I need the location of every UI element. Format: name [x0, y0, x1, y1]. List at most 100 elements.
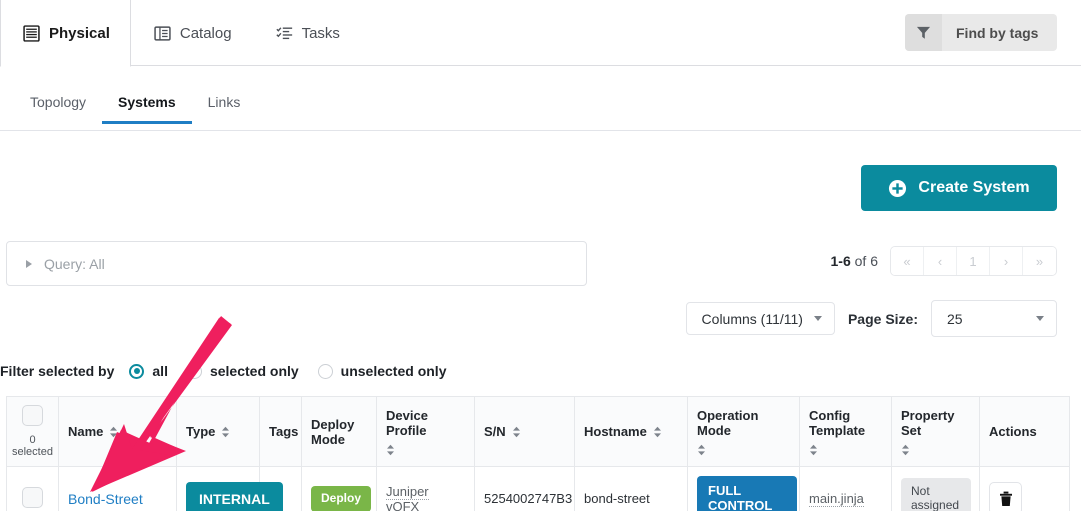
column-header-deploy-mode: Deploy Mode	[301, 396, 377, 467]
radio-selected-only-indicator	[186, 363, 202, 379]
tasks-icon	[275, 25, 293, 42]
query-label: Query: All	[44, 255, 105, 272]
filter-selected-by-label: Filter selected by	[0, 363, 115, 379]
catalog-icon	[154, 25, 171, 42]
table-controls: Columns (11/11) Page Size: 25	[685, 300, 1057, 337]
radio-unselected-only-indicator	[317, 363, 333, 379]
pagination-next-button[interactable]: ›	[990, 247, 1023, 275]
page-size-label: Page Size:	[847, 310, 918, 327]
radio-filter-all[interactable]: all	[129, 363, 168, 379]
column-header-actions-label: Actions	[989, 424, 1037, 439]
sort-icon	[109, 426, 118, 438]
select-all-header: 0 selected	[6, 396, 59, 467]
column-header-name[interactable]: Name	[58, 396, 177, 467]
subtab-topology[interactable]: Topology	[14, 92, 102, 123]
sort-icon	[697, 444, 706, 456]
cell-config-template: main.jinja	[799, 466, 892, 511]
row-checkbox[interactable]	[22, 486, 43, 508]
cell-property-set: Not assigned	[891, 466, 980, 511]
chevron-right-icon	[26, 259, 32, 268]
column-header-property-set[interactable]: Property Set	[891, 396, 980, 467]
column-header-operation-mode[interactable]: Operation Mode	[687, 396, 800, 467]
table-header: 0 selected Name Type Tags Deploy Mode De…	[6, 396, 1070, 467]
column-header-property-set-label: Property Set	[901, 407, 955, 438]
create-system-label: Create System	[918, 179, 1030, 196]
top-tab-list: Physical Catalog Tasks	[0, 0, 361, 67]
tab-physical[interactable]: Physical	[0, 0, 131, 67]
cell-operation-mode: FULL CONTROL	[687, 466, 800, 511]
column-header-tags: Tags	[259, 396, 302, 467]
tab-catalog-label: Catalog	[179, 24, 232, 42]
pagination-last-button[interactable]: »	[1023, 247, 1056, 275]
radio-filter-unselected-only[interactable]: unselected only	[317, 363, 447, 379]
system-name-link[interactable]: Bond-Street	[68, 491, 143, 507]
pagination-range: 1-6	[830, 253, 851, 269]
device-profile-link[interactable]: Juniper vQFX	[386, 483, 429, 511]
table-row: Bond-Street INTERNAL Deploy Juniper vQFX…	[6, 466, 1070, 511]
find-by-tags-label: Find by tags	[956, 24, 1039, 41]
column-header-actions: Actions	[979, 396, 1070, 467]
plus-circle-icon	[888, 179, 907, 198]
config-template-link[interactable]: main.jinja	[809, 491, 864, 508]
page-size-dropdown[interactable]: 25	[931, 300, 1057, 337]
sort-icon	[653, 426, 662, 438]
cell-name: Bond-Street	[58, 466, 177, 511]
subtab-links[interactable]: Links	[192, 92, 257, 123]
create-system-button[interactable]: Create System	[861, 165, 1057, 211]
filter-selected-by: Filter selected by all selected only uns…	[0, 363, 456, 379]
top-navigation-bar: Physical Catalog Tasks Find by tags	[0, 0, 1081, 67]
operation-mode-badge: FULL CONTROL	[697, 476, 797, 511]
pagination-page-1-button[interactable]: 1	[957, 247, 990, 275]
query-collapsible[interactable]: Query: All	[6, 241, 587, 286]
column-header-config-template[interactable]: Config Template	[799, 396, 892, 467]
rack-icon	[23, 24, 40, 42]
deploy-mode-badge: Deploy	[311, 486, 372, 511]
page-size-value: 25	[947, 310, 963, 327]
pagination-controls: « ‹ 1 › »	[890, 246, 1057, 276]
column-header-tags-label: Tags	[269, 424, 299, 439]
column-header-sn[interactable]: S/N	[474, 396, 575, 467]
sort-icon	[901, 444, 910, 456]
selected-count-label: 0 selected	[12, 434, 53, 458]
cell-deploy-mode: Deploy	[301, 466, 377, 511]
delete-row-button[interactable]	[989, 482, 1022, 511]
property-set-badge: Not assigned	[901, 478, 971, 511]
pagination-prev-button[interactable]: ‹	[924, 247, 957, 275]
column-header-hostname-label: Hostname	[584, 424, 647, 439]
tab-catalog[interactable]: Catalog	[131, 0, 253, 66]
trash-icon	[999, 491, 1013, 507]
radio-selected-only-label: selected only	[209, 363, 299, 379]
cell-device-profile: Juniper vQFX	[376, 466, 475, 511]
columns-dropdown[interactable]: Columns (11/11)	[685, 302, 835, 335]
radio-all-indicator	[129, 363, 145, 379]
tab-tasks[interactable]: Tasks	[253, 0, 361, 66]
pagination-total: of 6	[850, 253, 878, 269]
cell-actions	[979, 466, 1070, 511]
column-header-operation-mode-label: Operation Mode	[697, 407, 759, 438]
column-header-type-label: Type	[186, 424, 216, 439]
systems-table: 0 selected Name Type Tags Deploy Mode De…	[6, 396, 1070, 511]
radio-all-label: all	[152, 363, 168, 379]
sub-navigation-tabs: Topology Systems Links	[0, 92, 1081, 131]
radio-unselected-only-label: unselected only	[340, 363, 447, 379]
column-header-hostname[interactable]: Hostname	[574, 396, 688, 467]
subtab-systems[interactable]: Systems	[102, 92, 192, 124]
row-select-cell	[6, 466, 59, 511]
select-all-checkbox[interactable]	[22, 405, 43, 426]
pagination-count: 1-6 of 6	[831, 253, 878, 269]
column-header-config-template-label: Config Template	[809, 407, 866, 438]
tab-physical-label: Physical	[49, 24, 110, 42]
column-header-type[interactable]: Type	[176, 396, 260, 467]
column-header-device-profile[interactable]: Device Profile	[376, 396, 475, 467]
sort-icon	[512, 426, 521, 438]
pagination-first-button[interactable]: «	[891, 247, 924, 275]
cell-hostname: bond-street	[574, 466, 688, 511]
radio-filter-selected-only[interactable]: selected only	[186, 363, 299, 379]
cell-type: INTERNAL	[176, 466, 283, 511]
chevron-down-icon	[813, 316, 822, 321]
column-header-sn-label: S/N	[484, 424, 506, 439]
table-body: Bond-Street INTERNAL Deploy Juniper vQFX…	[6, 466, 1070, 511]
column-header-device-profile-label: Device Profile	[386, 407, 428, 438]
find-by-tags-button[interactable]: Find by tags	[905, 14, 1057, 51]
columns-dropdown-label: Columns (11/11)	[701, 310, 803, 327]
